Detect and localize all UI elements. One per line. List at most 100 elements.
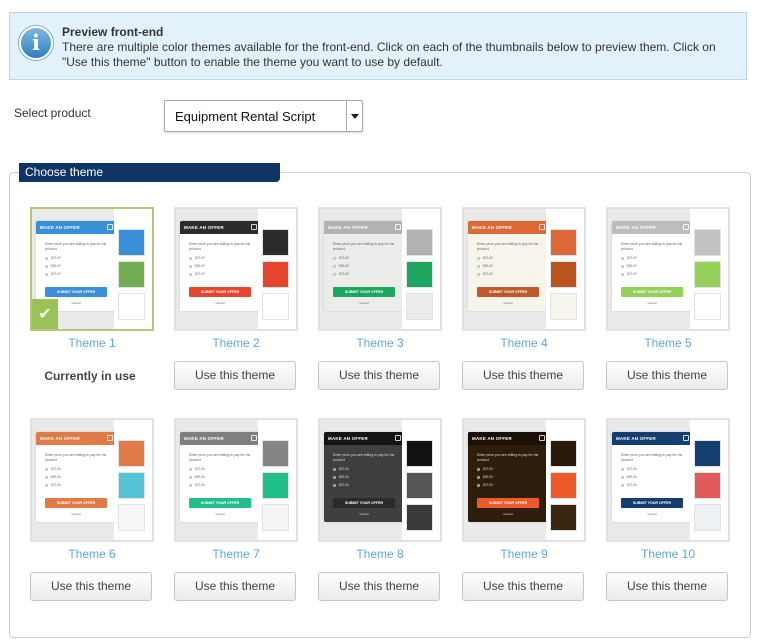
info-text: There are multiple color themes availabl…	[62, 40, 716, 69]
theme-name-link[interactable]: Theme 8	[318, 547, 442, 561]
radio-icon	[189, 257, 192, 260]
color-swatches	[546, 420, 584, 540]
radio-icon	[45, 265, 48, 268]
theme-name-link[interactable]: Theme 9	[462, 547, 586, 561]
use-theme-button[interactable]: Use this theme	[174, 361, 296, 390]
popup-text: Enter price you are willing to pay for t…	[621, 242, 683, 251]
popup-price: $70.00	[483, 467, 493, 471]
color-swatch	[118, 261, 145, 288]
popup-submit-button: SUBMIT YOUR OFFER	[189, 287, 251, 297]
popup-header: MAKE AN OFFER	[36, 221, 116, 234]
use-theme-button[interactable]: Use this theme	[318, 572, 440, 601]
theme-thumbnail[interactable]: MAKE AN OFFER Enter price you are willing…	[174, 207, 298, 331]
info-box: i Preview front-end There are multiple c…	[9, 12, 747, 80]
theme-thumbnail[interactable]: MAKE AN OFFER Enter price you are willing…	[318, 207, 442, 331]
tag-icon	[107, 435, 113, 441]
color-swatch	[262, 440, 289, 467]
use-theme-button[interactable]: Use this theme	[318, 361, 440, 390]
popup-price: $90.00	[195, 475, 205, 479]
radio-icon	[477, 484, 480, 487]
color-swatch	[550, 472, 577, 499]
radio-icon	[333, 476, 336, 479]
theme-thumbnail[interactable]: MAKE AN OFFER Enter price you are willing…	[318, 418, 442, 542]
color-swatch	[262, 229, 289, 256]
popup-header: MAKE AN OFFER	[468, 432, 548, 445]
popup-header: MAKE AN OFFER	[612, 432, 692, 445]
radio-icon	[621, 468, 624, 471]
currently-in-use-label: Currently in use	[44, 369, 136, 383]
color-swatch	[550, 293, 577, 320]
popup-price: $70.00	[483, 483, 493, 487]
color-swatches	[114, 209, 152, 329]
popup-preview: MAKE AN OFFER Enter price you are willing…	[612, 221, 692, 311]
radio-icon	[333, 257, 336, 260]
popup-price: $90.00	[339, 264, 349, 268]
theme-name-link[interactable]: Theme 1	[30, 336, 154, 350]
theme-thumbnail[interactable]: MAKE AN OFFER Enter price you are willing…	[30, 207, 154, 331]
radio-icon	[45, 257, 48, 260]
popup-text: Enter price you are willing to pay for t…	[477, 453, 539, 462]
popup-text: Enter price you are willing to pay for t…	[189, 453, 251, 462]
popup-submit-button: SUBMIT YOUR OFFER	[333, 287, 395, 297]
color-swatch	[118, 293, 145, 320]
color-swatch	[550, 261, 577, 288]
popup-title: MAKE AN OFFER	[472, 436, 512, 441]
color-swatch	[694, 293, 721, 320]
use-theme-button[interactable]: Use this theme	[606, 361, 728, 390]
theme-name-link[interactable]: Theme 2	[174, 336, 298, 350]
popup-price: $70.00	[627, 256, 637, 260]
use-theme-button[interactable]: Use this theme	[462, 361, 584, 390]
color-swatches	[690, 420, 728, 540]
radio-icon	[189, 484, 192, 487]
product-select[interactable]: Equipment Rental Script	[164, 100, 363, 132]
use-theme-button[interactable]: Use this theme	[30, 572, 152, 601]
theme-name-link[interactable]: Theme 10	[606, 547, 730, 561]
color-swatch	[118, 472, 145, 499]
color-swatch	[694, 440, 721, 467]
tag-icon	[683, 224, 689, 230]
popup-price: $90.00	[627, 475, 637, 479]
popup-submit-button: SUBMIT YOUR OFFER	[621, 287, 683, 297]
color-swatch	[406, 472, 433, 499]
use-theme-button[interactable]: Use this theme	[174, 572, 296, 601]
theme-name-link[interactable]: Theme 6	[30, 547, 154, 561]
popup-price: $90.00	[339, 475, 349, 479]
radio-icon	[333, 265, 336, 268]
popup-header: MAKE AN OFFER	[612, 221, 692, 234]
theme-thumbnail[interactable]: MAKE AN OFFER Enter price you are willing…	[462, 418, 586, 542]
popup-header: MAKE AN OFFER	[36, 432, 116, 445]
tag-icon	[107, 224, 113, 230]
radio-icon	[45, 273, 48, 276]
popup-submit-button: SUBMIT YOUR OFFER	[189, 498, 251, 508]
popup-header: MAKE AN OFFER	[468, 221, 548, 234]
tag-icon	[395, 224, 401, 230]
color-swatch	[262, 472, 289, 499]
theme-name-link[interactable]: Theme 7	[174, 547, 298, 561]
color-swatch	[118, 229, 145, 256]
radio-icon	[45, 476, 48, 479]
popup-cancel-link: Cancel	[503, 512, 513, 516]
popup-price: $70.00	[51, 272, 61, 276]
chevron-down-icon[interactable]	[346, 101, 362, 131]
theme-thumbnail[interactable]: MAKE AN OFFER Enter price you are willing…	[606, 207, 730, 331]
theme-name-link[interactable]: Theme 4	[462, 336, 586, 350]
theme-name-link[interactable]: Theme 3	[318, 336, 442, 350]
theme-name-link[interactable]: Theme 5	[606, 336, 730, 350]
radio-icon	[621, 257, 624, 260]
popup-preview: MAKE AN OFFER Enter price you are willing…	[612, 432, 692, 522]
theme-thumbnail[interactable]: MAKE AN OFFER Enter price you are willing…	[174, 418, 298, 542]
tag-icon	[395, 435, 401, 441]
color-swatch	[550, 504, 577, 531]
use-theme-button[interactable]: Use this theme	[606, 572, 728, 601]
popup-title: MAKE AN OFFER	[184, 436, 224, 441]
popup-submit-button: SUBMIT YOUR OFFER	[477, 287, 539, 297]
popup-text: Enter price you are willing to pay for t…	[621, 453, 683, 462]
theme-thumbnail[interactable]: MAKE AN OFFER Enter price you are willing…	[606, 418, 730, 542]
use-theme-button[interactable]: Use this theme	[462, 572, 584, 601]
popup-cancel-link: Cancel	[215, 512, 225, 516]
popup-price: $90.00	[627, 264, 637, 268]
theme-thumbnail[interactable]: MAKE AN OFFER Enter price you are willing…	[30, 418, 154, 542]
theme-thumbnail[interactable]: MAKE AN OFFER Enter price you are willing…	[462, 207, 586, 331]
popup-preview: MAKE AN OFFER Enter price you are willing…	[324, 221, 404, 311]
color-swatch	[550, 440, 577, 467]
